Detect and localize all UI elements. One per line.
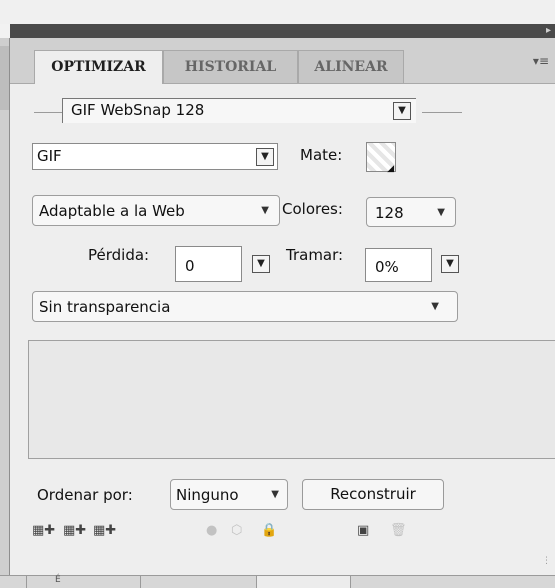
tab-optimizar[interactable]: OPTIMIZAR	[34, 50, 163, 84]
tab-historial[interactable]: HISTORIAL	[163, 50, 298, 83]
bottom-tab-label: É	[55, 575, 61, 585]
palette-dropdown-icon: ▼	[261, 205, 269, 216]
sort-label: Ordenar por:	[37, 486, 133, 504]
tab-strip: OPTIMIZAR HISTORIAL ALINEAR ▾≡	[10, 38, 555, 84]
index-transparency-icon[interactable]: ⬡	[231, 523, 242, 538]
dither-input[interactable]: 0%	[365, 248, 432, 282]
transparent-color-icon[interactable]: ●	[206, 523, 217, 538]
sort-select[interactable]: Ninguno ▼	[170, 479, 288, 510]
loss-slider-toggle[interactable]: ▼	[252, 255, 270, 273]
loss-input[interactable]: 0	[175, 246, 242, 282]
bottom-tab-3[interactable]	[256, 576, 351, 588]
bottom-tab-strip: É	[0, 575, 555, 588]
format-select[interactable]: GIF ▼	[32, 143, 278, 170]
collapse-arrow-icon[interactable]: ▸	[546, 25, 551, 36]
bottom-tab-2[interactable]	[140, 576, 257, 588]
color-table-area[interactable]	[28, 340, 555, 459]
dither-slider-toggle[interactable]: ▼	[441, 255, 459, 273]
lock-icon[interactable]: 🔒	[261, 523, 277, 538]
format-dropdown-icon[interactable]: ▼	[256, 148, 274, 166]
dock-edge	[0, 38, 10, 587]
resize-grip-icon[interactable]: ⋮	[542, 556, 551, 566]
format-value: GIF	[37, 147, 62, 165]
colors-label: Colores:	[282, 200, 343, 218]
dither-value: 0%	[375, 258, 399, 276]
preset-value: GIF WebSnap 128	[71, 101, 205, 119]
loss-label: Pérdida:	[88, 246, 150, 264]
preset-dropdown-icon[interactable]: ▼	[393, 102, 411, 120]
add-color-icon[interactable]: ▣	[357, 523, 369, 538]
preset-select[interactable]: GIF WebSnap 128 ▼	[62, 98, 416, 123]
panel-title-bar[interactable]: ▸	[10, 24, 555, 38]
rebuild-button[interactable]: Reconstruir	[302, 479, 444, 510]
transparency-value: Sin transparencia	[39, 298, 171, 316]
sort-dropdown-icon: ▼	[271, 489, 279, 500]
sort-value: Ninguno	[176, 486, 239, 504]
dither-label: Tramar:	[286, 246, 344, 264]
transparency-select[interactable]: Sin transparencia ▼	[32, 291, 458, 322]
colors-value: 128	[375, 204, 404, 222]
palette-select[interactable]: Adaptable a la Web ▼	[32, 195, 280, 226]
panel-menu-icon[interactable]: ▾≡	[533, 54, 549, 68]
top-strip	[0, 0, 555, 24]
lock-color-icon[interactable]: ▦✚	[93, 523, 116, 538]
web-snap-color-icon[interactable]: ▦✚	[63, 523, 86, 538]
optimize-panel: OPTIMIZAR HISTORIAL ALINEAR ▾≡ GIF WebSn…	[10, 38, 555, 587]
mate-color-swatch[interactable]: ◢	[366, 142, 396, 174]
delete-color-icon[interactable]: 🗑	[390, 523, 407, 538]
loss-value: 0	[185, 257, 195, 275]
tab-alinear[interactable]: ALINEAR	[298, 50, 404, 83]
palette-value: Adaptable a la Web	[39, 202, 185, 220]
transparency-dropdown-icon: ▼	[431, 301, 439, 312]
mate-label: Mate:	[300, 146, 343, 164]
mate-dropdown-icon[interactable]: ◢	[387, 164, 394, 174]
colors-select[interactable]: 128 ▼	[366, 197, 456, 227]
bottom-tab-1[interactable]: É	[26, 575, 141, 588]
edit-color-icon[interactable]: ▦✚	[32, 523, 55, 538]
colors-dropdown-icon: ▼	[437, 207, 445, 218]
